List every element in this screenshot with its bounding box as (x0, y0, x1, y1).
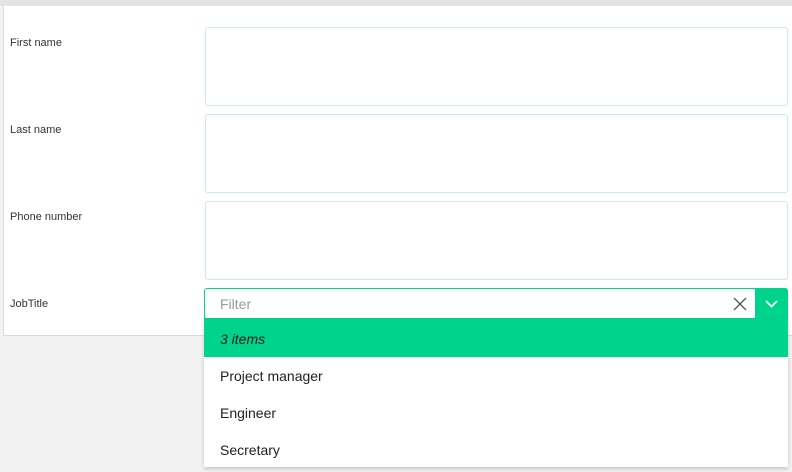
list-item-project-manager[interactable]: Project manager (204, 357, 788, 394)
job-title-combobox[interactable]: Filter (204, 288, 788, 319)
chevron-down-icon (765, 300, 778, 308)
job-title-label: JobTitle (10, 298, 49, 310)
option-label: Secretary (220, 442, 280, 458)
items-count-header: 3 items (204, 319, 788, 357)
page: First name Last name Phone number JobTit… (0, 0, 792, 472)
phone-number-label: Phone number (10, 211, 83, 223)
list-item-engineer[interactable]: Engineer (204, 394, 788, 431)
list-item-secretary[interactable]: Secretary (204, 431, 788, 468)
first-name-field[interactable] (205, 27, 788, 106)
job-title-dropdown-list: 3 items Project manager Engineer Secreta… (204, 319, 788, 467)
first-name-label: First name (10, 37, 62, 49)
close-icon[interactable] (732, 296, 748, 312)
option-label: Project manager (220, 368, 323, 384)
items-count-text: 3 items (220, 331, 266, 347)
last-name-label: Last name (10, 124, 62, 136)
last-name-field[interactable] (205, 114, 788, 193)
option-label: Engineer (220, 405, 277, 421)
dropdown-toggle-button[interactable] (755, 288, 788, 319)
phone-number-field[interactable] (205, 201, 788, 280)
form-panel: First name Last name Phone number JobTit… (3, 6, 792, 336)
job-title-filter-input[interactable]: Filter (220, 296, 251, 312)
